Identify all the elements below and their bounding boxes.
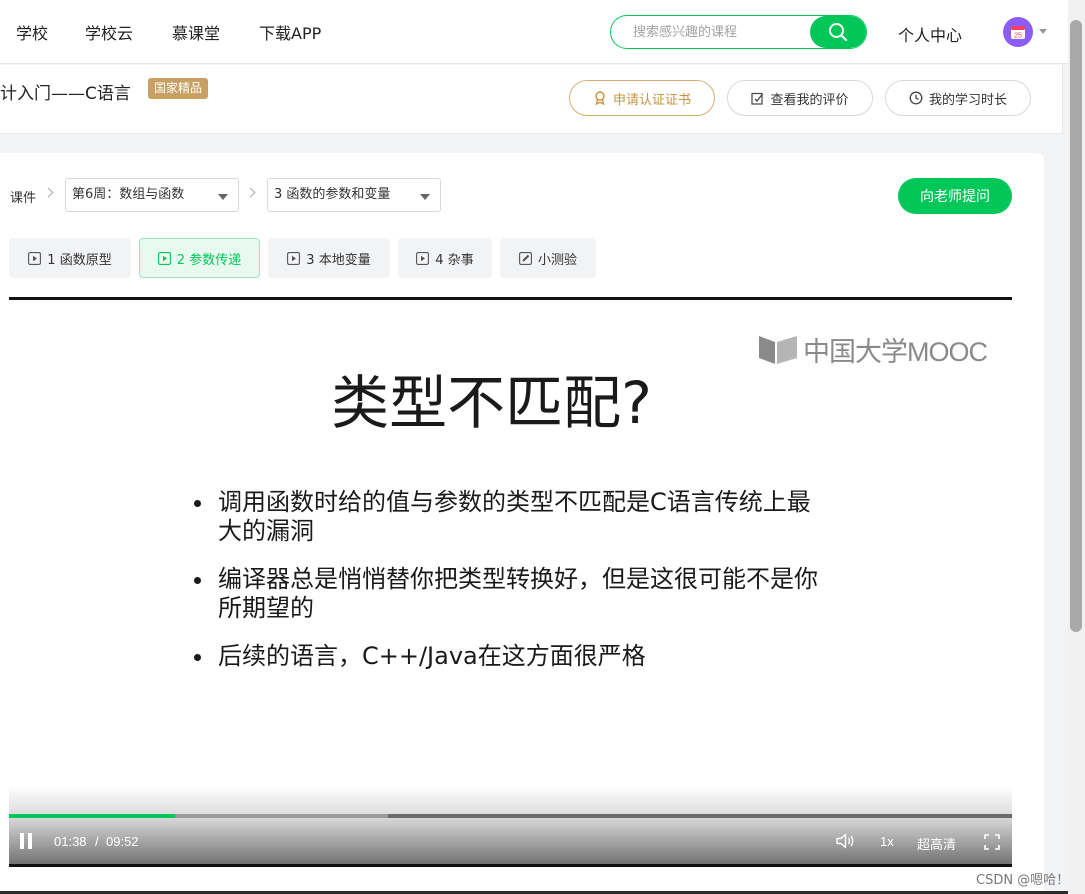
tab-function-prototype[interactable]: 1 函数原型 <box>9 238 131 278</box>
search-icon <box>829 23 848 42</box>
tab-parameter-passing[interactable]: 2 参数传递 <box>139 238 260 278</box>
slide-title: 类型不匹配? <box>331 369 652 437</box>
tab-label: 3 本地变量 <box>306 252 371 268</box>
bullet-dot <box>194 500 201 507</box>
top-nav: 学校 学校云 慕课堂 下载APP 个人中心 25 <box>0 0 1068 64</box>
bullet-dot <box>194 654 201 661</box>
fullscreen-icon[interactable] <box>984 834 1000 850</box>
nav-link-school-cloud[interactable]: 学校云 <box>85 20 133 44</box>
course-title: 计入门——C语言 <box>0 84 131 104</box>
nav-link-mooc-hall[interactable]: 慕课堂 <box>172 20 220 44</box>
chevron-right-icon <box>43 187 54 198</box>
slide-bullet-text: 编译器总是悄悄替你把类型转换好，但是这很可能不是你所期望的 <box>218 565 818 622</box>
week-select-value: 第6周：数组与函数 <box>72 187 185 202</box>
personal-center-link[interactable]: 个人中心 <box>898 22 962 46</box>
nav-link-download-app[interactable]: 下载APP <box>259 20 321 44</box>
pause-icon[interactable] <box>20 833 32 849</box>
tab-label: 2 参数传递 <box>176 252 242 268</box>
slide-bullet: 编译器总是悄悄替你把类型转换好，但是这很可能不是你所期望的 <box>192 565 832 623</box>
player-controls: 01:38 / 09:52 1x 超高清 <box>9 786 1012 864</box>
edit-icon <box>751 92 764 105</box>
tab-local-variables[interactable]: 3 本地变量 <box>268 238 390 278</box>
chevron-right-icon <box>245 187 256 198</box>
quiz-icon <box>519 251 532 265</box>
search-box <box>610 15 867 49</box>
quality-selector[interactable]: 超高清 <box>917 834 956 853</box>
tab-label: 小测验 <box>537 252 577 268</box>
volume-icon[interactable] <box>836 833 856 849</box>
tab-quiz[interactable]: 小测验 <box>500 238 596 278</box>
slide-bullet: 后续的语言，C++/Java在这方面很严格 <box>192 642 832 671</box>
search-button[interactable] <box>810 16 866 48</box>
breadcrumb-courseware[interactable]: 课件 <box>10 187 36 206</box>
time-separator: / <box>95 834 99 849</box>
current-time: 01:38 <box>54 834 87 849</box>
course-header: 计入门——C语言 国家精品 申请认证证书 查看我的评价 我的学习时长 <box>0 65 1063 134</box>
ask-teacher-button[interactable]: 向老师提问 <box>898 178 1012 214</box>
duration: 09:52 <box>106 834 139 849</box>
slide-bullets: 调用函数时给的值与参数的类型不匹配是C语言传统上最大的漏洞 编译器总是悄悄替你把… <box>192 488 832 690</box>
national-quality-badge: 国家精品 <box>148 78 209 99</box>
courseware-panel: 课件 第6周：数组与函数 3 函数的参数和变量 向老师提问 1 函数原型 2 参… <box>0 153 1044 894</box>
nav-link-school[interactable]: 学校 <box>16 20 48 44</box>
avatar[interactable]: 25 <box>1003 17 1033 47</box>
playback-speed[interactable]: 1x <box>880 834 894 849</box>
avatar-badge-text: 25 <box>1014 33 1022 40</box>
apply-certificate-button[interactable]: 申请认证证书 <box>569 80 715 116</box>
video-player[interactable]: 中国大学MOOC 类型不匹配? 调用函数时给的值与参数的类型不匹配是C语言传统上… <box>9 297 1012 867</box>
slide-bullet-text: 调用函数时给的值与参数的类型不匹配是C语言传统上最大的漏洞 <box>218 488 811 545</box>
video-icon <box>157 251 171 265</box>
study-time-label: 我的学习时长 <box>928 92 1007 108</box>
chapter-select-value: 3 函数的参数和变量 <box>274 187 391 202</box>
calendar-icon: 25 <box>1011 26 1025 40</box>
video-icon <box>416 251 430 265</box>
progress-bar[interactable] <box>9 814 1012 818</box>
tab-misc[interactable]: 4 杂事 <box>398 238 492 278</box>
slide-bullet: 调用函数时给的值与参数的类型不匹配是C语言传统上最大的漏洞 <box>192 488 832 546</box>
page-scrollbar-thumb[interactable] <box>1070 20 1082 632</box>
chevron-down-icon[interactable] <box>1039 29 1047 34</box>
view-evaluation-button[interactable]: 查看我的评价 <box>727 80 873 116</box>
progress-played <box>9 814 176 818</box>
award-icon <box>595 91 605 105</box>
tab-label: 4 杂事 <box>435 252 474 268</box>
slide-bullet-text: 后续的语言，C++/Java在这方面很严格 <box>218 642 646 670</box>
study-time-button[interactable]: 我的学习时长 <box>885 80 1031 116</box>
week-select[interactable]: 第6周：数组与函数 <box>65 178 239 212</box>
search-input[interactable] <box>611 16 811 48</box>
csdn-watermark: CSDN @嗯哈！ <box>976 873 1070 888</box>
view-evaluation-label: 查看我的评价 <box>770 92 849 108</box>
video-icon <box>28 251 42 265</box>
tab-label: 1 函数原型 <box>47 252 112 268</box>
bullet-dot <box>194 577 201 584</box>
apply-certificate-label: 申请认证证书 <box>612 92 691 108</box>
clock-icon <box>909 91 923 105</box>
dropdown-arrow-icon <box>420 194 430 200</box>
dropdown-arrow-icon <box>218 194 228 200</box>
chapter-select[interactable]: 3 函数的参数和变量 <box>267 178 441 212</box>
video-icon <box>287 251 301 265</box>
